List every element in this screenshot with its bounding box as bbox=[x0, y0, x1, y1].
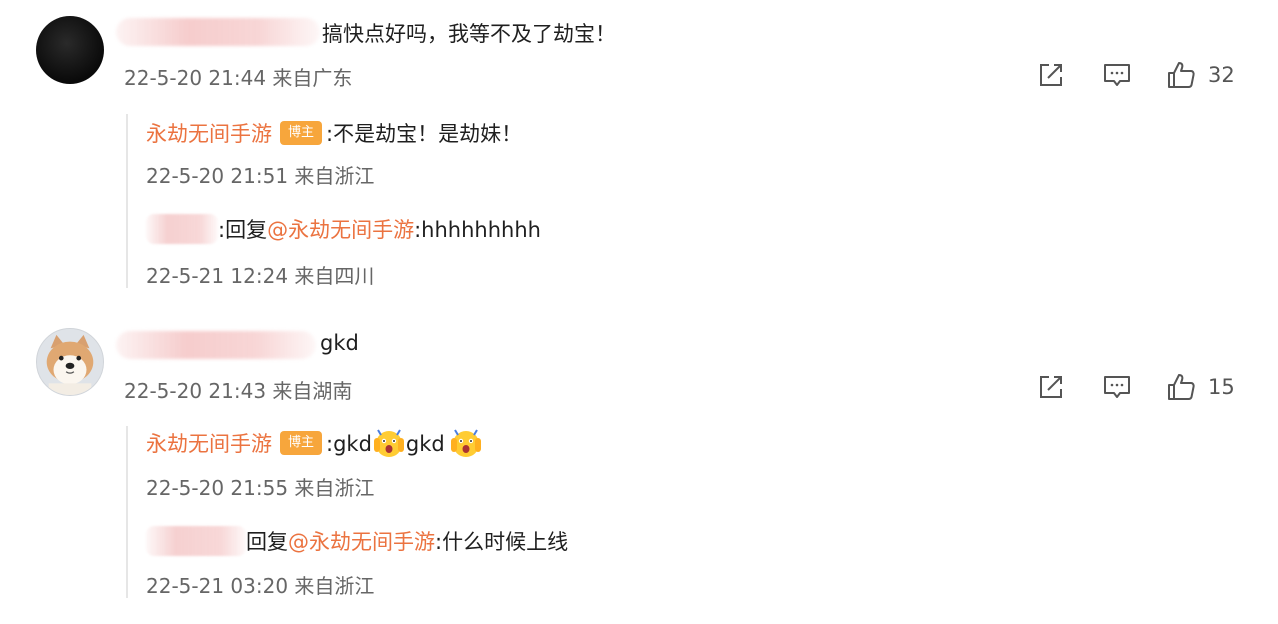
avatar[interactable] bbox=[36, 16, 104, 84]
reply-list: 永劫无间手游 博主:不是劫宝！是劫妹！ 22-5-20 21:51 来自浙江 :回… bbox=[126, 114, 541, 288]
avatar[interactable] bbox=[36, 328, 104, 396]
share-icon bbox=[1040, 64, 1062, 86]
reply-location: 来自四川 bbox=[294, 264, 375, 288]
reply-time: 22-5-20 21:55 bbox=[146, 476, 289, 500]
comment-time: 22-5-20 21:44 bbox=[124, 66, 267, 90]
screaming-face-emoji-icon bbox=[373, 429, 404, 457]
share-button[interactable] bbox=[1036, 372, 1066, 402]
reply-location: 来自浙江 bbox=[294, 164, 375, 188]
reply-text: :gkd bbox=[326, 432, 372, 456]
like-button[interactable]: 15 bbox=[1166, 372, 1235, 402]
reply-location: 来自浙江 bbox=[294, 476, 375, 500]
author-badge: 博主 bbox=[280, 431, 322, 455]
reply-item: 永劫无间手游 博主:不是劫宝！是劫妹！ bbox=[146, 118, 522, 148]
screaming-face-emoji-icon bbox=[450, 429, 481, 457]
like-count: 32 bbox=[1208, 63, 1235, 87]
comment-meta: 22-5-20 21:43 来自湖南 bbox=[124, 375, 352, 404]
reply-prefix: :回复 bbox=[218, 218, 268, 242]
reply-meta: 22-5-20 21:55 来自浙江 bbox=[146, 472, 374, 501]
reply-time: 22-5-21 12:24 bbox=[146, 264, 289, 288]
share-button[interactable] bbox=[1036, 60, 1066, 90]
reply-time: 22-5-20 21:51 bbox=[146, 164, 289, 188]
reply-time: 22-5-21 03:20 bbox=[146, 574, 289, 598]
reply-prefix: 回复 bbox=[246, 530, 288, 554]
share-icon bbox=[1040, 376, 1062, 398]
reply-meta: 22-5-20 21:51 来自浙江 bbox=[146, 160, 374, 189]
comment-icon bbox=[1104, 376, 1130, 398]
author-badge: 博主 bbox=[280, 121, 322, 145]
username-blurred[interactable] bbox=[116, 331, 316, 359]
reply-location: 来自浙江 bbox=[294, 574, 375, 598]
reply-author[interactable]: 永劫无间手游 bbox=[146, 432, 272, 456]
comment-location: 来自广东 bbox=[272, 66, 353, 90]
comment-icon bbox=[1104, 64, 1130, 86]
reply-text: gkd bbox=[405, 432, 445, 456]
reply-button[interactable] bbox=[1102, 60, 1132, 90]
reply-mention[interactable]: @永劫无间手游 bbox=[288, 530, 435, 554]
reply-item: :回复@永劫无间手游:hhhhhhhhh bbox=[146, 214, 541, 246]
reply-item: 永劫无间手游 博主:gkd gkd bbox=[146, 428, 483, 462]
username-blurred[interactable] bbox=[146, 526, 246, 556]
comment-meta: 22-5-20 21:44 来自广东 bbox=[124, 62, 352, 91]
reply-meta: 22-5-21 03:20 来自浙江 bbox=[146, 570, 374, 599]
comment-time: 22-5-20 21:43 bbox=[124, 379, 267, 403]
reply-button[interactable] bbox=[1102, 372, 1132, 402]
reply-list: 永劫无间手游 博主:gkd gkd 22-5-20 21:55 来自浙江 回复@永… bbox=[126, 426, 568, 598]
thumbs-up-icon bbox=[1168, 374, 1195, 400]
comment-text: gkd bbox=[320, 331, 359, 355]
like-button[interactable]: 32 bbox=[1166, 60, 1235, 90]
comment-location: 来自湖南 bbox=[272, 379, 353, 403]
username-blurred[interactable] bbox=[146, 214, 218, 244]
username-blurred[interactable] bbox=[116, 18, 320, 46]
thumbs-up-icon bbox=[1168, 62, 1195, 88]
reply-text: :hhhhhhhhh bbox=[414, 218, 541, 242]
comment-text: 搞快点好吗，我等不及了劫宝！ bbox=[322, 22, 616, 46]
reply-text: :不是劫宝！是劫妹！ bbox=[326, 122, 523, 146]
dog-avatar-image bbox=[46, 334, 94, 395]
reply-text: :什么时候上线 bbox=[435, 530, 569, 554]
like-count: 15 bbox=[1208, 375, 1235, 399]
reply-item: 回复@永劫无间手游:什么时候上线 bbox=[146, 526, 568, 558]
reply-meta: 22-5-21 12:24 来自四川 bbox=[146, 260, 374, 289]
reply-author[interactable]: 永劫无间手游 bbox=[146, 122, 272, 146]
reply-mention[interactable]: @永劫无间手游 bbox=[267, 218, 414, 242]
